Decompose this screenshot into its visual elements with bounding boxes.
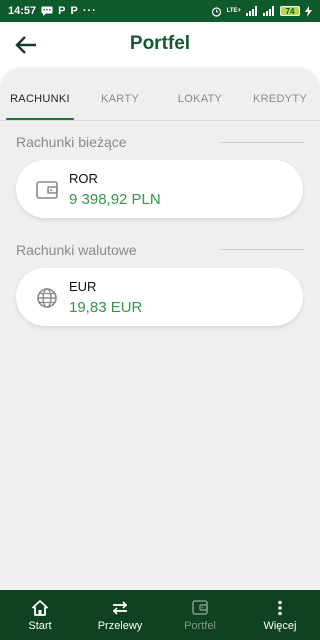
charging-icon [305, 5, 312, 17]
tab-bar: RACHUNKI KARTY LOKATY KREDYTY [0, 78, 320, 120]
status-time: 14:57 [8, 5, 37, 17]
signal-icon-2 [263, 5, 275, 17]
alarm-icon [211, 5, 222, 17]
nav-label: Start [28, 619, 52, 632]
nav-portfel[interactable]: Portfel [160, 590, 240, 640]
nav-wiecej[interactable]: Więcej [240, 590, 320, 640]
bottom-navigation: Start Przelewy Portfel Więcej [0, 590, 320, 640]
app-header: Portfel [0, 22, 320, 68]
message-icon [41, 5, 53, 17]
page-title: Portfel [129, 33, 191, 54]
more-notifications: ··· [82, 5, 97, 17]
tab-rachunki[interactable]: RACHUNKI [0, 78, 80, 120]
transfer-icon [111, 599, 129, 617]
account-card-eur[interactable]: EUR 19,83 EUR [16, 268, 303, 326]
section-divider [220, 249, 304, 250]
account-balance: 9 398,92 PLN [69, 191, 161, 208]
app-notification-p1: P [58, 5, 66, 17]
nav-label: Portfel [184, 619, 216, 632]
wallet-icon [192, 599, 208, 617]
account-name: EUR [69, 279, 97, 294]
lte-indicator: LTE+ [226, 8, 241, 14]
status-bar: 14:57 P P ··· LTE+ 74 [0, 0, 320, 22]
nav-start[interactable]: Start [0, 590, 80, 640]
tab-karty[interactable]: KARTY [80, 78, 160, 120]
nav-przelewy[interactable]: Przelewy [80, 590, 160, 640]
app-notification-p2: P [70, 5, 78, 17]
nav-label: Przelewy [97, 619, 143, 632]
tab-kredyty[interactable]: KREDYTY [240, 78, 320, 120]
signal-icon-1 [246, 5, 258, 17]
wallet-icon [36, 179, 58, 201]
tab-lokaty[interactable]: LOKATY [160, 78, 240, 120]
home-icon [32, 599, 48, 617]
battery-icon: 74 [280, 6, 300, 16]
section-title-current-accounts: Rachunki bieżące [16, 134, 127, 150]
nav-label: Więcej [263, 619, 297, 632]
section-title-currency-accounts: Rachunki walutowe [16, 242, 137, 258]
account-balance: 19,83 EUR [69, 299, 143, 316]
tabs-divider [0, 120, 320, 121]
globe-icon [36, 287, 58, 309]
section-divider [220, 142, 304, 143]
account-card-ror[interactable]: ROR 9 398,92 PLN [16, 160, 303, 218]
more-vertical-icon [277, 599, 283, 617]
account-name: ROR [69, 171, 98, 186]
